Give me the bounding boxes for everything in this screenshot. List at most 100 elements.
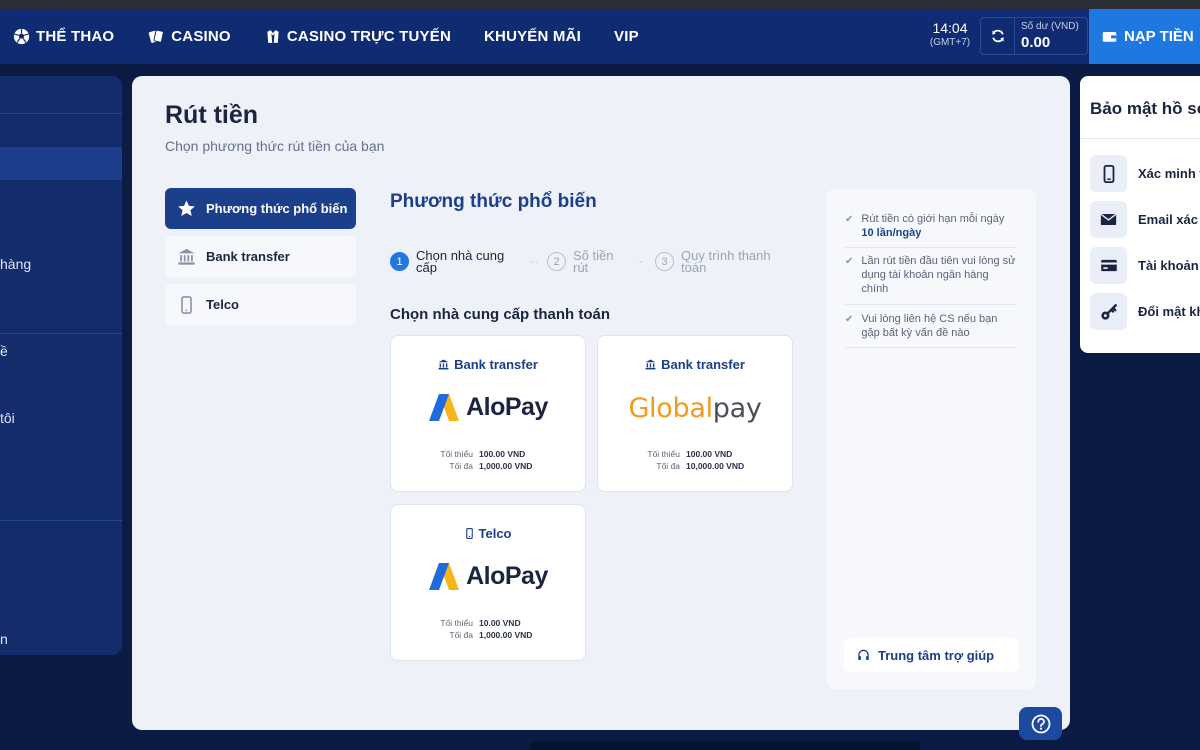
nav-casino[interactable]: CASINO [148,9,231,64]
top-navigation-bar: THỂ THAO CASINO CASINO TRỰC TUYẾN KHUYẾN… [0,9,1200,64]
step-separator: - [639,256,644,268]
step-separator: -- [530,256,540,268]
star-icon [178,200,195,217]
max-label: Tối đa [449,630,473,640]
provider-tag: Telco [391,526,585,541]
security-item-account[interactable]: Tài khoản [1090,247,1199,284]
help-center-button[interactable]: Trung tâm trợ giúp [844,638,1019,672]
provider-section-title: Chọn nhà cung cấp thanh toán [390,306,610,323]
alopay-logo-icon [429,394,460,421]
check-icon: ✔ [845,214,854,225]
security-panel-title: Bảo mật hồ sơ [1090,99,1200,118]
globalpay-logo: Globalpay [598,393,792,424]
sidebar-item-3[interactable]: tôi [0,410,15,426]
main-nav: THỂ THAO CASINO CASINO TRỰC TUYẾN KHUYẾN… [0,9,639,64]
step-3-number: 3 [655,252,674,271]
nav-sports-label: THỂ THAO [36,28,115,45]
step-1-label: Chọn nhà cung cấp [416,249,504,275]
provider-limits: Tối thiểu 10.00 VND Tối đa 1,000.00 VND [391,617,585,641]
sidebar-divider [0,520,122,521]
refresh-balance-button[interactable] [981,18,1015,54]
headset-icon [858,649,869,660]
check-icon: ✔ [845,314,854,325]
deposit-label: NẠP TIỀN [1124,28,1194,45]
account-sidebar: hàng ề tôi n [0,76,122,655]
min-label: Tối thiểu [647,449,680,459]
floating-help-button[interactable] [1019,707,1062,740]
note-limit-text: Rút tiền có giới hạn mỗi ngày [861,213,1005,225]
sidebar-item-2[interactable]: ề [0,343,8,359]
note-limit-bold: 10 lần/ngày [861,227,922,239]
max-label: Tối đa [449,461,473,471]
provider-limits: Tối thiểu 100.00 VND Tối đa 1,000.00 VND [391,448,585,472]
min-label: Tối thiểu [440,618,473,628]
sidebar-divider [0,333,122,334]
method-popular-label: Phương thức phổ biến [206,201,348,216]
min-value: 100.00 VND [479,449,526,459]
security-item-label: Tài khoản [1138,258,1199,273]
provider-tag-label: Bank transfer [454,357,538,372]
method-telco-label: Telco [206,297,239,312]
step-1: 1 Chọn nhà cung cấp [390,249,504,275]
note-limit: ✔ Rút tiền có giới hạn mỗi ngày 10 lần/ng… [845,212,1017,240]
phone-icon [465,528,473,539]
wallet-icon [1102,32,1117,42]
alopay-logo: AloPay [391,562,585,591]
profile-security-panel: Bảo mật hồ sơ Xác minh t Email xác t Tài… [1080,76,1200,353]
check-icon: ✔ [845,256,854,267]
security-item-label: Email xác t [1138,212,1200,227]
cards-icon [149,29,165,43]
withdraw-notes-panel: ✔ Rút tiền có giới hạn mỗi ngày 10 lần/ng… [827,189,1036,689]
nav-casino-label: CASINO [171,28,231,45]
step-2-line2: rút [573,260,589,275]
globalpay-logo-text-b: pay [712,393,762,424]
page-title: Rút tiền [165,101,259,129]
step-1-line2: cấp [416,260,437,275]
nav-promotions[interactable]: KHUYẾN MÃI [484,9,581,64]
provider-card-alopay-telco[interactable]: Telco AloPay Tối thiểu 10.00 VND Tối đa 1,… [390,504,586,661]
sidebar-item-4[interactable]: n [0,631,8,647]
max-value: 1,000.00 VND [479,630,533,640]
min-label: Tối thiểu [440,449,473,459]
section-title: Phương thức phổ biến [390,191,597,212]
provider-card-alopay-bank[interactable]: Bank transfer AloPay Tối thiểu 100.00 VND… [390,335,586,492]
key-icon [1090,293,1127,330]
clock: 14:04 (GMT+7) [928,20,972,50]
provider-card-globalpay-bank[interactable]: Bank transfer Globalpay Tối thiểu 100.00 … [597,335,793,492]
help-center-label: Trung tâm trợ giúp [878,647,995,663]
security-item-verify-email[interactable]: Email xác t [1090,201,1200,238]
provider-tag-label: Telco [478,526,512,541]
page-subtitle: Chọn phương thức rút tiền của bạn [165,138,385,154]
step-2-label: Số tiền rút [573,249,613,275]
sidebar-item-active[interactable] [0,147,122,180]
method-bank-transfer[interactable]: Bank transfer [165,236,356,277]
security-item-verify-phone[interactable]: Xác minh t [1090,155,1200,192]
nav-vip[interactable]: VIP [614,9,639,64]
min-value: 100.00 VND [686,449,733,459]
clock-timezone: (GMT+7) [929,37,971,48]
nav-sports[interactable]: THỂ THAO [13,9,114,64]
provider-tag: Bank transfer [598,357,792,372]
balance-box: Số dư (VND) 0.00 [980,17,1088,55]
balance-info: Số dư (VND) 0.00 [1015,20,1079,53]
deposit-button[interactable]: NẠP TIỀN [1089,9,1200,64]
bank-icon [438,359,449,370]
soccer-ball-icon [13,28,30,45]
note-divider [845,304,1017,305]
alopay-logo-text: AloPay [466,393,548,421]
provider-limits: Tối thiểu 100.00 VND Tối đa 10,000.00 VND [598,448,792,472]
withdraw-panel: Rút tiền Chọn phương thức rút tiền của b… [132,76,1070,730]
alopay-logo-text: AloPay [466,562,548,590]
refresh-icon [991,29,1004,43]
security-item-label: Xác minh t [1138,166,1200,181]
clock-time: 14:04 [932,20,968,36]
step-2: 2 Số tiền rút [547,249,613,275]
security-item-change-password[interactable]: Đổi mật kh [1090,293,1200,330]
method-telco[interactable]: Telco [165,284,356,325]
sidebar-item-1[interactable]: hàng [0,256,31,272]
nav-live-casino[interactable]: CASINO TRỰC TUYẾN [265,9,451,64]
max-value: 1,000.00 VND [479,461,533,471]
note-contact-cs: ✔ Vui lòng liên hệ CS nếu bạn gặp bất kỳ… [845,312,1017,340]
method-popular[interactable]: Phương thức phổ biến [165,188,356,229]
security-item-label: Đổi mật kh [1138,304,1200,319]
